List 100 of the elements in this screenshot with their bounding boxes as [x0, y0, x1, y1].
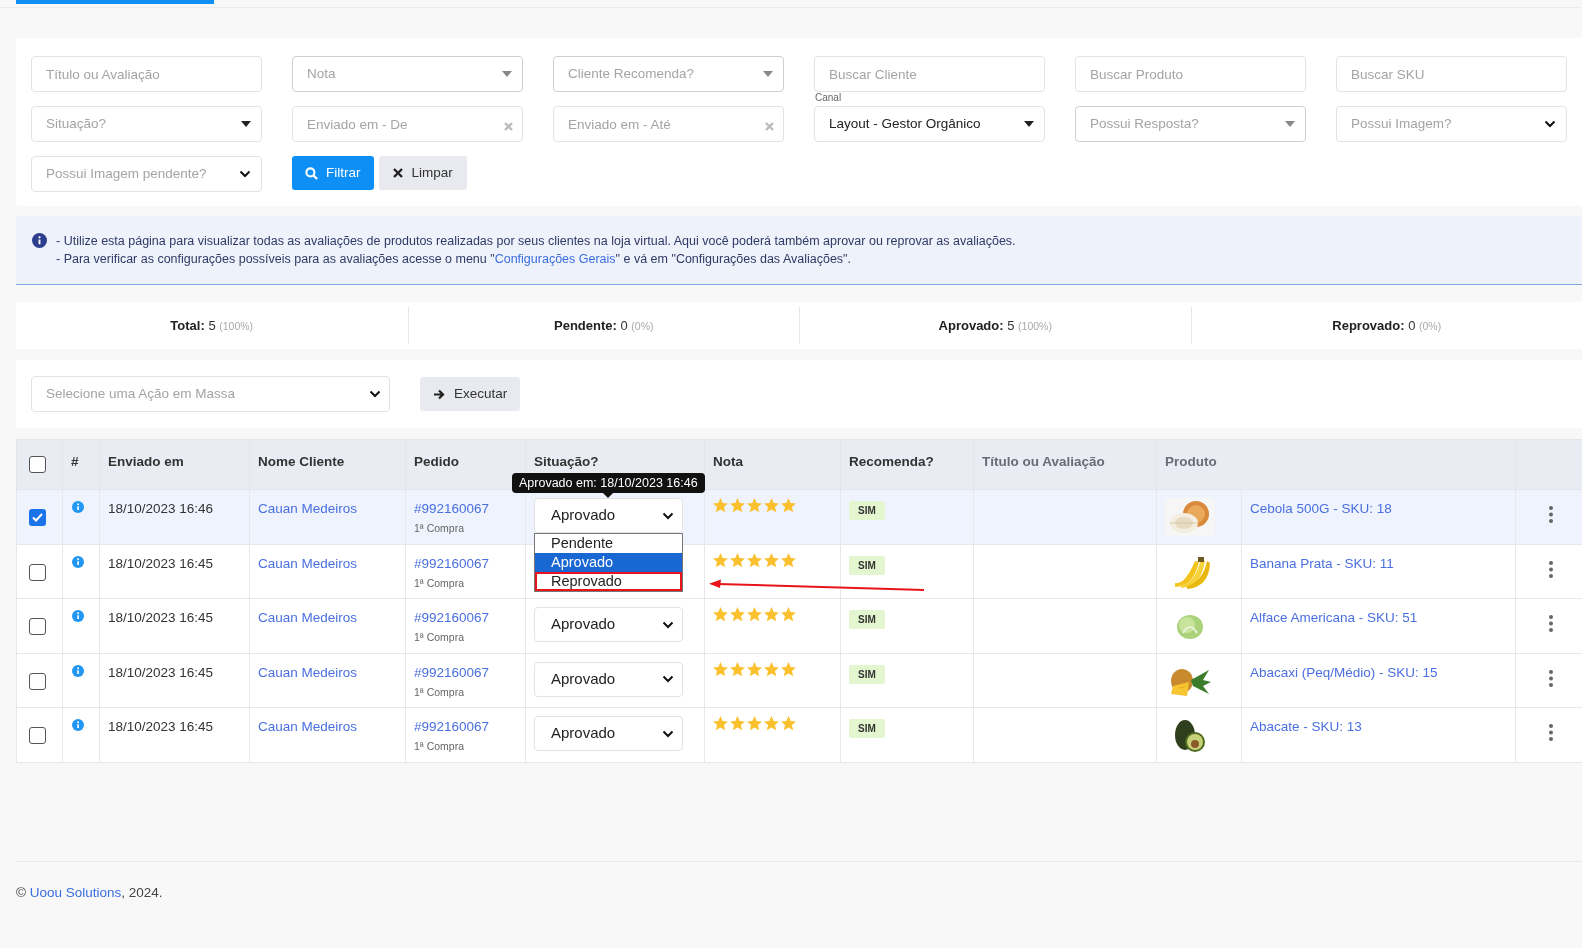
product-link[interactable]: Abacate - SKU: 13	[1250, 719, 1362, 734]
checkbox[interactable]	[29, 509, 46, 526]
field-label: Canal	[815, 93, 842, 103]
order-link[interactable]: #992160067	[414, 608, 490, 629]
order-link[interactable]: #992160067	[414, 717, 490, 738]
stat-text: Aprovado: 5 (100%)	[938, 316, 1052, 335]
select-placeholder: Situação?	[46, 114, 107, 133]
star-icon	[763, 715, 780, 732]
chevron-down-icon	[662, 729, 674, 738]
select-field[interactable]: Situação?	[31, 106, 262, 142]
more-options-icon[interactable]	[1549, 506, 1553, 523]
copyright-text: © Uoou Solutions, 2024.	[16, 883, 164, 902]
star-icon	[780, 660, 797, 678]
select-placeholder: Cliente Recomenda?	[568, 64, 695, 83]
recommend-badge: SIM	[849, 501, 885, 520]
more-options-icon[interactable]	[1549, 669, 1553, 687]
order-note: 1ª Compra	[414, 630, 464, 646]
order-link[interactable]: #992160067	[414, 662, 490, 683]
checkbox[interactable]	[29, 672, 46, 690]
column-header: Recomenda?	[849, 454, 934, 470]
product-link[interactable]: Alface Americana - SKU: 51	[1250, 610, 1418, 625]
status-select[interactable]: Aprovado	[534, 716, 683, 751]
bulk-action-select[interactable]: Selecione uma Ação em Massa	[31, 376, 390, 412]
client-link[interactable]: Cauan Medeiros	[258, 664, 358, 680]
search-field[interactable]: Título ou Avaliação	[31, 56, 262, 92]
checkbox[interactable]	[29, 727, 46, 744]
order-link[interactable]: #992160067	[414, 553, 490, 574]
select-field[interactable]: Nota	[292, 56, 523, 92]
stat-text: Reprovado: 0 (0%)	[1332, 316, 1442, 335]
checkbox[interactable]	[29, 618, 46, 635]
checkbox[interactable]	[29, 456, 46, 473]
info-text: - Utilize esta página para visualizar todas as avaliações de produtos realizadas por seus clientes na loja virtual. Aqui você poderá também aprovar ou reprovar as avaliações.	[56, 233, 1016, 250]
chevron-down-icon	[662, 675, 674, 683]
dropdown-option[interactable]: Reprovado	[535, 572, 682, 591]
client-link[interactable]: Cauan Medeiros	[258, 555, 358, 571]
star-icon	[780, 551, 797, 569]
star-icon	[746, 606, 763, 623]
star-icon	[712, 551, 729, 569]
chevron-down-icon	[662, 511, 674, 520]
status-select[interactable]: Aprovado	[534, 607, 683, 642]
select-placeholder: Possui Imagem?	[1351, 114, 1452, 133]
arrow-right-icon	[433, 388, 445, 400]
info-icon[interactable]	[72, 664, 84, 677]
more-options-icon[interactable]	[1549, 560, 1553, 578]
chevron-down-icon	[369, 390, 381, 398]
star-icon	[763, 551, 780, 569]
select-field[interactable]: Cliente Recomenda?	[553, 56, 784, 92]
info-icon[interactable]	[72, 555, 84, 568]
star-icon	[746, 551, 763, 569]
star-icon	[729, 715, 746, 732]
execute-button[interactable]: Executar	[420, 377, 521, 411]
date-field[interactable]: Enviado em - Até	[553, 106, 784, 142]
info-icon[interactable]	[72, 610, 84, 622]
search-field[interactable]: Buscar SKU	[1336, 56, 1567, 92]
column-header: Situação?	[534, 454, 599, 470]
order-note: 1ª Compra	[414, 684, 464, 700]
check-icon	[32, 513, 43, 522]
star-icon	[729, 606, 746, 623]
table-cell: 18/10/2023 16:45	[108, 664, 214, 680]
info-icon[interactable]	[72, 719, 84, 731]
product-link[interactable]: Cebola 500G - SKU: 18	[1250, 501, 1392, 516]
status-select[interactable]: Aprovado	[534, 661, 683, 697]
info-icon	[32, 233, 47, 248]
checkbox[interactable]	[29, 563, 46, 581]
select-field[interactable]: Possui Imagem?	[1336, 106, 1567, 142]
more-options-icon[interactable]	[1549, 615, 1553, 632]
dropdown-option[interactable]: Pendente	[535, 534, 682, 553]
column-header: Pedido	[414, 454, 459, 470]
client-link[interactable]: Cauan Medeiros	[258, 610, 358, 625]
search-icon	[305, 166, 318, 180]
info-icon[interactable]	[72, 501, 84, 513]
search-field[interactable]: Buscar Produto	[1075, 56, 1306, 92]
client-link[interactable]: Cauan Medeiros	[258, 719, 358, 734]
status-select[interactable]: Aprovado	[534, 498, 683, 533]
select-field[interactable]: Possui Imagem pendente?	[31, 156, 262, 192]
column-header: Título ou Avaliação	[982, 454, 1105, 470]
product-link[interactable]: Banana Prata - SKU: 11	[1250, 555, 1394, 571]
settings-link[interactable]: Configurações Gerais	[494, 252, 616, 266]
recommend-badge: SIM	[849, 719, 885, 738]
dropdown-option[interactable]: Aprovado	[535, 553, 682, 572]
client-link[interactable]: Cauan Medeiros	[258, 501, 358, 516]
select-value: Layout - Gestor Orgânico	[829, 114, 981, 133]
order-link[interactable]: #992160067	[414, 499, 490, 520]
select-field[interactable]: Layout - Gestor Orgânico	[814, 106, 1045, 142]
search-field[interactable]: Buscar Cliente	[814, 56, 1045, 92]
recommend-badge: SIM	[849, 555, 885, 575]
stat-text: Pendente: 0 (0%)	[554, 316, 654, 335]
star-icon	[712, 660, 729, 678]
caret-icon	[1024, 121, 1034, 127]
filter-button[interactable]: Filtrar	[292, 156, 374, 190]
date-field[interactable]: Enviado em - De	[292, 106, 523, 142]
caret-icon	[502, 71, 512, 77]
chevron-down-icon	[239, 170, 251, 178]
order-note: 1ª Compra	[414, 521, 464, 537]
clear-button[interactable]: Limpar	[378, 156, 467, 190]
star-icon	[763, 660, 780, 678]
product-link[interactable]: Abacaxi (Peq/Médio) - SKU: 15	[1250, 664, 1438, 680]
more-options-icon[interactable]	[1549, 724, 1553, 741]
chevron-down-icon	[662, 620, 674, 629]
select-field[interactable]: Possui Resposta?	[1075, 106, 1306, 142]
